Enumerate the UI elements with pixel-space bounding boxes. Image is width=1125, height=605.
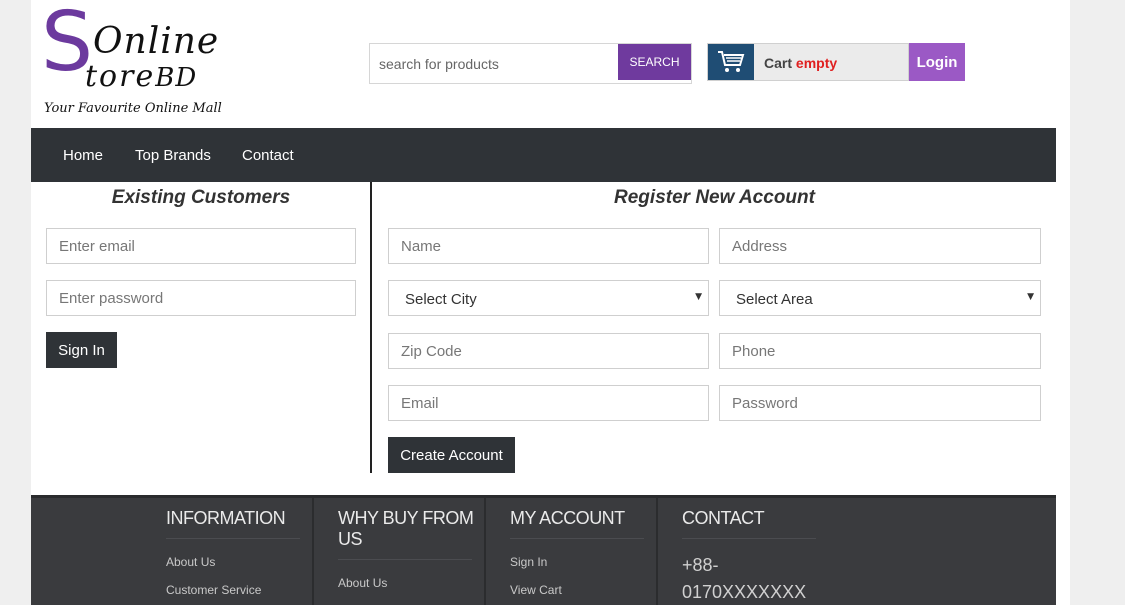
city-select[interactable]: Select City ▼	[388, 280, 709, 316]
footer-link-about-us[interactable]: About Us	[338, 576, 387, 590]
footer-underline	[338, 559, 472, 560]
chevron-down-icon: ▼	[695, 292, 702, 302]
cart-icon-box	[708, 44, 754, 80]
area-select[interactable]: Select Area ▼	[719, 280, 1041, 316]
logo-word-store: toreBD	[85, 59, 198, 94]
cart-widget[interactable]: Cart empty	[707, 43, 909, 81]
login-button[interactable]: Login	[909, 43, 965, 81]
chevron-down-icon: ▼	[1027, 292, 1034, 302]
signin-email-field[interactable]	[46, 228, 356, 264]
footer-underline	[682, 538, 816, 539]
register-phone-field[interactable]	[719, 333, 1041, 369]
footer-link-about-us[interactable]: About Us	[166, 555, 215, 569]
search-button[interactable]: SEARCH	[618, 44, 691, 80]
nav-item-top-brands[interactable]: Top Brands	[135, 147, 211, 164]
sign-in-button[interactable]: Sign In	[46, 332, 117, 368]
register-title: Register New Account	[614, 187, 815, 208]
footer-why-title: WHY BUY FROM US	[338, 508, 474, 549]
existing-customers-title: Existing Customers	[111, 187, 291, 208]
search-input[interactable]	[370, 44, 618, 83]
footer-contact-title: CONTACT	[682, 508, 765, 528]
register-email-field[interactable]	[388, 385, 709, 421]
register-address-field[interactable]	[719, 228, 1041, 264]
footer-underline	[166, 538, 300, 539]
footer-col-contact: CONTACT +88- 0170XXXXXXX	[656, 498, 828, 605]
logo-word-online: Online	[93, 21, 220, 62]
register-password-field[interactable]	[719, 385, 1041, 421]
site-footer: INFORMATION About Us Customer Service WH…	[31, 495, 1056, 605]
main-nav: Home Top Brands Contact	[31, 128, 1056, 182]
footer-col-why-buy: WHY BUY FROM US About Us	[312, 498, 484, 605]
footer-underline	[510, 538, 644, 539]
signin-password-field[interactable]	[46, 280, 356, 316]
search-bar: SEARCH	[369, 43, 692, 84]
footer-information-title: INFORMATION	[166, 508, 286, 528]
footer-col-my-account: MY ACCOUNT Sign In View Cart	[484, 498, 656, 605]
logo-tagline: Your Favourite Online Mall	[44, 101, 222, 116]
nav-item-home[interactable]: Home	[63, 147, 103, 164]
footer-account-title: MY ACCOUNT	[510, 508, 625, 528]
cart-label: Cart	[764, 55, 793, 71]
footer-link-customer-service[interactable]: Customer Service	[166, 583, 261, 597]
site-logo[interactable]: S Online toreBD Your Favourite Online Ma…	[41, 2, 271, 117]
footer-link-sign-in[interactable]: Sign In	[510, 555, 547, 569]
footer-link-view-cart[interactable]: View Cart	[510, 583, 562, 597]
cart-status-text: Cart empty	[764, 55, 837, 71]
cart-empty-status: empty	[795, 55, 838, 71]
footer-contact-phone: +88- 0170XXXXXXX	[682, 555, 807, 602]
create-account-button[interactable]: Create Account	[388, 437, 515, 473]
cart-icon	[718, 51, 745, 72]
section-divider	[370, 182, 372, 473]
city-select-value: Select City	[405, 291, 477, 308]
register-name-field[interactable]	[388, 228, 709, 264]
nav-item-contact[interactable]: Contact	[242, 147, 294, 164]
footer-col-information: INFORMATION About Us Customer Service	[165, 498, 313, 605]
register-zip-field[interactable]	[388, 333, 709, 369]
area-select-value: Select Area	[736, 291, 813, 308]
page: S Online toreBD Your Favourite Online Ma…	[31, 0, 1070, 605]
